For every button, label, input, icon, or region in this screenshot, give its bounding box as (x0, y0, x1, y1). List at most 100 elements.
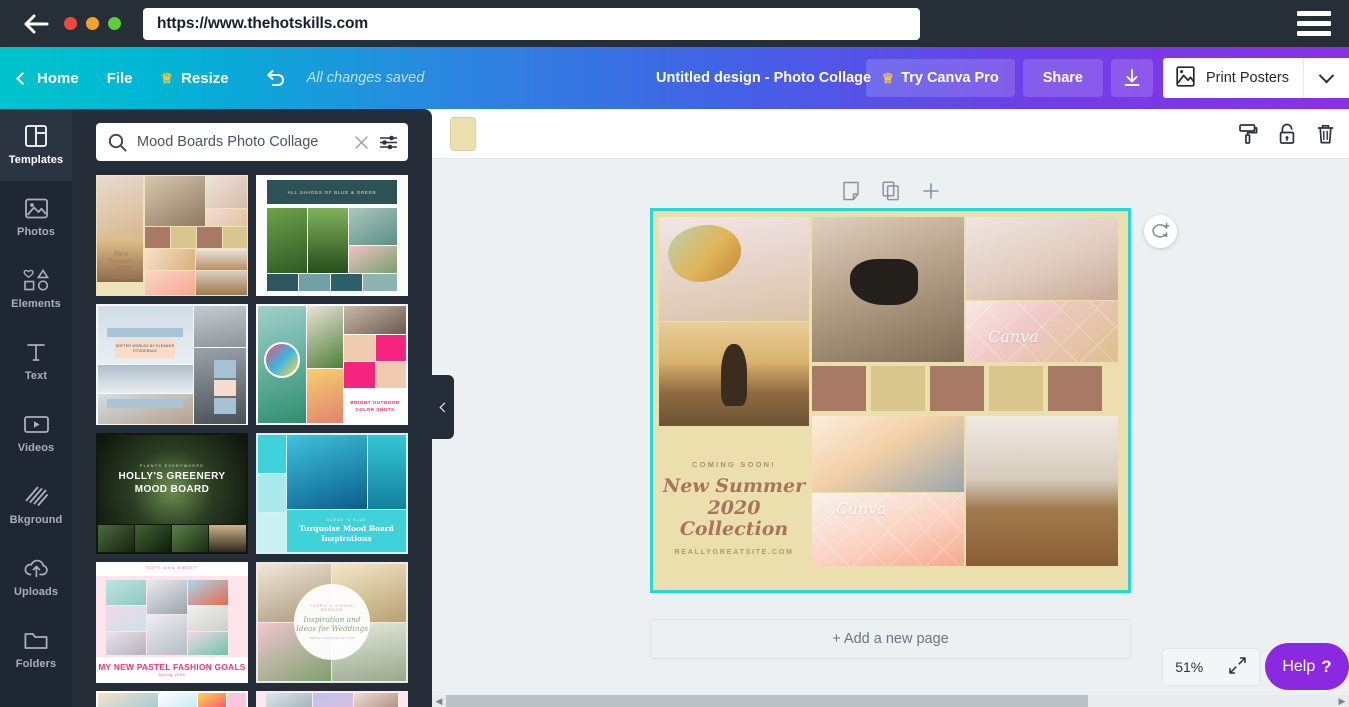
expand-arrows-icon[interactable] (1228, 656, 1247, 678)
url-text: https://www.thehotskills.com (157, 14, 369, 32)
download-icon[interactable] (1111, 59, 1153, 97)
sidebar-item-text[interactable]: Text (0, 325, 72, 397)
sidebar-item-elements[interactable]: Elements (0, 253, 72, 325)
sidebar-item-templates[interactable]: Templates (0, 109, 72, 181)
plus-icon[interactable] (922, 182, 940, 200)
eyebrow-text: COMING SOON! (692, 459, 776, 469)
filter-sliders-icon[interactable] (379, 134, 398, 151)
trash-icon[interactable] (1316, 123, 1335, 145)
print-posters-group: Print Posters (1163, 58, 1349, 98)
color-swatch[interactable] (930, 366, 984, 411)
photo-beach-sunset[interactable] (659, 322, 809, 426)
print-posters-button[interactable]: Print Posters (1163, 58, 1303, 98)
color-swatch[interactable] (1048, 366, 1102, 411)
print-product-icon (1176, 65, 1195, 91)
template-thumbnail[interactable]: New Summer 2020 Collection (96, 175, 248, 296)
horizontal-scrollbar[interactable]: ◀ ▶ (432, 695, 1349, 707)
template-thumbnail[interactable] (96, 691, 248, 707)
background-color-swatch[interactable] (450, 116, 476, 151)
help-button[interactable]: Help ? (1265, 643, 1349, 690)
text-icon (25, 340, 47, 364)
zoom-level: 51% (1175, 659, 1204, 675)
thumb-title: MY NEW PASTEL FASHION GOALS (98, 662, 246, 672)
photo-shoes[interactable] (966, 217, 1118, 300)
template-thumbnail[interactable]: SOFTER WORLDS BY ELEANOR FITZGERALD (96, 304, 248, 425)
maximize-window-dot[interactable] (108, 17, 121, 30)
home-button[interactable]: Home (0, 47, 93, 109)
template-thumbnail[interactable]: CARRIE & SIMONE WEDDING Inspiration and I… (256, 562, 408, 683)
color-swatch[interactable] (871, 366, 925, 411)
photos-icon (24, 196, 48, 220)
elements-icon (23, 268, 50, 292)
photo-silk-threads[interactable] (812, 416, 964, 492)
search-input[interactable] (137, 134, 344, 150)
home-label: Home (37, 69, 79, 87)
thumb-eyebrow: PLANTS EVERYWHERE (139, 464, 205, 468)
minimize-window-dot[interactable] (86, 17, 99, 30)
hamburger-icon[interactable] (1297, 11, 1331, 36)
left-tool-rail: Templates Photos Elements Text Videos Bk… (0, 109, 72, 707)
chevron-down-icon[interactable] (1303, 58, 1349, 98)
photo-woman-lounger[interactable] (812, 217, 964, 362)
caret-right-icon[interactable]: ▶ (1335, 696, 1349, 707)
help-label: Help (1282, 657, 1316, 675)
sidebar-item-photos[interactable]: Photos (0, 181, 72, 253)
website-text: REALLYGREATSITE.COM (674, 547, 794, 557)
resize-button[interactable]: ♕ Resize (147, 47, 243, 109)
share-button[interactable]: Share (1022, 59, 1103, 97)
question-mark-icon: ? (1321, 656, 1332, 676)
color-swatch-row (812, 366, 1102, 411)
sidebar-item-videos[interactable]: Videos (0, 397, 72, 469)
paint-roller-icon[interactable] (1238, 123, 1258, 145)
photo-pineapple[interactable] (659, 217, 809, 321)
collapse-panel-button[interactable] (432, 375, 454, 439)
color-swatch[interactable] (989, 366, 1043, 411)
add-comment-icon[interactable] (1144, 215, 1177, 248)
template-grid: New Summer 2020 Collection ALL SHADES OF… (96, 175, 416, 707)
template-thumbnail[interactable]: BRIGHT OUTDOOR COLOR SHOTS (256, 304, 408, 425)
scrollbar-thumb[interactable] (446, 695, 1088, 707)
uploads-icon (24, 556, 49, 580)
duplicate-page-icon[interactable] (881, 181, 900, 201)
canvas-area: Canva Canva COMING SOON! New Summer 2020… (432, 159, 1349, 695)
back-arrow-icon[interactable] (14, 14, 58, 34)
template-thumbnail[interactable]: SOFT AND SWEET MY NEW PASTEL FASHION GOA… (96, 562, 248, 683)
add-new-page-button[interactable]: + Add a new page (650, 619, 1131, 659)
canva-editor-screen: https://www.thehotskills.com Home File ♕… (0, 0, 1349, 707)
chevron-left-icon (16, 71, 29, 85)
template-thumbnail[interactable] (256, 691, 408, 707)
thumb-title: SOFTER WORLDS BY ELEANOR FITZGERALD (115, 344, 175, 353)
photo-macarons[interactable]: Canva (966, 301, 1118, 362)
page-tools (432, 181, 1349, 201)
template-thumbnail[interactable]: OCEAN IS BLUE Turquoise Mood Board Inspi… (256, 433, 408, 554)
zoom-control[interactable]: 51% (1162, 648, 1260, 686)
color-swatch[interactable] (812, 366, 866, 411)
document-title[interactable]: Untitled design - Photo Collage (656, 47, 871, 109)
page-notes-icon[interactable] (842, 181, 860, 201)
share-label: Share (1042, 70, 1083, 86)
try-canva-pro-button[interactable]: ♕ Try Canva Pro (865, 59, 1015, 97)
photo-lake-landscape[interactable] (966, 416, 1118, 566)
lock-icon[interactable] (1278, 123, 1296, 145)
photo-roses[interactable]: Canva (812, 493, 964, 566)
search-box (96, 123, 408, 161)
chevron-left-icon (439, 402, 450, 412)
close-window-dot[interactable] (64, 17, 77, 30)
mood-board: Canva Canva COMING SOON! New Summer 2020… (653, 211, 1128, 590)
sidebar-item-folders[interactable]: Folders (0, 613, 72, 685)
close-icon[interactable] (354, 135, 369, 150)
sidebar-item-bkground[interactable]: Bkground (0, 469, 72, 541)
undo-icon[interactable] (257, 47, 295, 109)
url-bar[interactable]: https://www.thehotskills.com (143, 7, 920, 40)
template-thumbnail[interactable]: PLANTS EVERYWHERE HOLLY'S GREENERY MOOD … (96, 433, 248, 554)
sidebar-label: Photos (17, 226, 55, 238)
crown-icon: ♕ (160, 70, 174, 86)
design-page[interactable]: Canva Canva COMING SOON! New Summer 2020… (650, 208, 1131, 593)
file-menu-button[interactable]: File (93, 47, 147, 109)
template-thumbnail[interactable]: ALL SHADES OF BLUE & GREEN (256, 175, 408, 296)
print-posters-label: Print Posters (1206, 70, 1289, 86)
sidebar-item-uploads[interactable]: Uploads (0, 541, 72, 613)
headline-line-1: New Summer (662, 474, 806, 497)
design-text-block[interactable]: COMING SOON! New Summer 2020 Collection … (659, 432, 809, 584)
caret-left-icon[interactable]: ◀ (432, 696, 446, 707)
